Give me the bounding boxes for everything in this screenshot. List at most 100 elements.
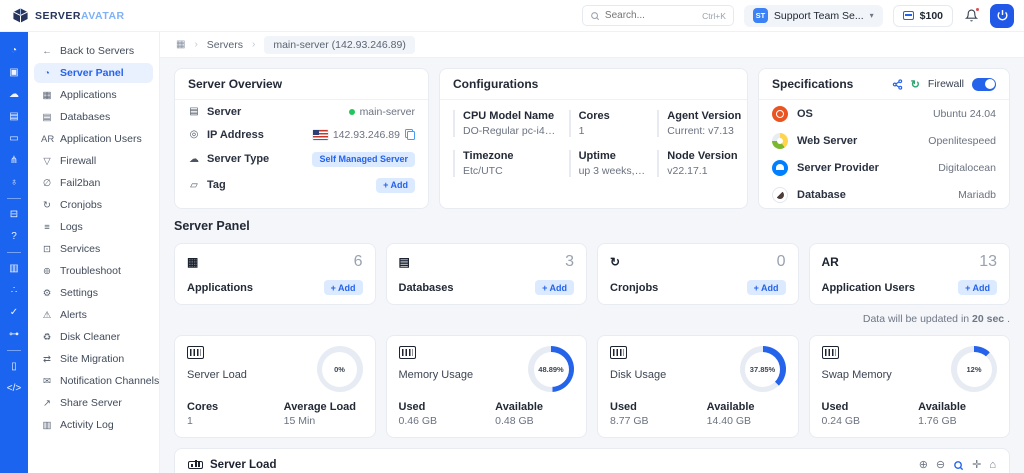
panel-card-label: Application Users: [822, 282, 916, 294]
account-dropdown[interactable]: ST Support Team Se... ▾: [744, 5, 883, 27]
configuration-item: CPU Model Name DO-Regular pc-i440fx-6.1 …: [453, 110, 557, 137]
metric-left-value: 8.77 GB: [610, 415, 701, 427]
sidebar-item-disk-cleaner[interactable]: ♻ Disk Cleaner: [34, 327, 153, 347]
notifications-button[interactable]: [963, 7, 980, 24]
specifications-title: Specifications: [772, 77, 853, 91]
server-load-chart-card: Server Load ⊕ ⊖ ✛ ⌂ 1.00: [174, 448, 1010, 473]
ip-address: 142.93.246.89: [333, 129, 400, 141]
sidebar-item-share-server[interactable]: ↗ Share Server: [34, 393, 153, 413]
copy-icon[interactable]: [405, 129, 415, 140]
rail-code-icon: </>: [7, 382, 21, 395]
sidebar-item-cronjobs[interactable]: ↻ Cronjobs: [34, 195, 153, 215]
configuration-label: Uptime: [579, 150, 646, 162]
rail-divider: [7, 252, 21, 253]
avatar: ST: [753, 8, 768, 23]
share-icon[interactable]: [892, 79, 903, 90]
metric-percent: 12%: [957, 352, 992, 387]
mariadb-logo: [772, 187, 788, 203]
metric-left-value: 1: [187, 415, 278, 427]
configuration-value: up 3 weeks, 2 days, 8 hours, ...: [579, 165, 646, 177]
sidebar-item-fail2ban[interactable]: ∅ Fail2ban: [34, 173, 153, 193]
sidebar-item-databases[interactable]: ▤ Databases: [34, 107, 153, 127]
sidebar-item-logs[interactable]: ≡ Logs: [34, 217, 153, 237]
specifications-card: Specifications ↻ Firewall OS Ubuntu 24.0…: [758, 68, 1010, 209]
sidebar: ← Back to Servers ◔ Server Panel ▦ Appli…: [28, 32, 160, 473]
main-area: ▦ › Servers › main-server (142.93.246.89…: [160, 32, 1024, 473]
sidebar-item-label: Logs: [60, 221, 83, 233]
panel-card-label: Cronjobs: [610, 282, 658, 294]
add-button[interactable]: + Add: [324, 280, 363, 295]
power-button[interactable]: [990, 4, 1014, 28]
search-input[interactable]: [605, 10, 697, 21]
sidebar-item-alerts[interactable]: ⚠ Alerts: [34, 305, 153, 325]
sidebar-item-settings[interactable]: ⚙ Settings: [34, 283, 153, 303]
digitalocean-logo: [772, 160, 788, 176]
rail-help-icon: ?: [11, 230, 17, 243]
panel-card-count: 0: [777, 253, 786, 271]
configurations-title: Configurations: [453, 77, 538, 91]
sidebar-item-services[interactable]: ⊡ Services: [34, 239, 153, 259]
rail-database-icon: ▤: [9, 110, 18, 123]
sidebar-item-icon: ↻: [41, 200, 53, 211]
sidebar-item-troubleshoot[interactable]: ⊚ Troubleshoot: [34, 261, 153, 281]
sidebar-item-notification-channels[interactable]: ✉ Notification Channels: [34, 371, 153, 391]
add-button[interactable]: + Add: [958, 280, 997, 295]
overview-row-ip: ◎IP Address 142.93.246.89: [175, 123, 428, 146]
metric-donut: 0%: [317, 346, 363, 392]
metric-right-label: Available: [495, 401, 574, 413]
configuration-item: Cores 1: [569, 110, 646, 137]
rail-panel-icon: ▣: [9, 66, 18, 79]
sidebar-item-server-panel[interactable]: ◔ Server Panel: [34, 63, 153, 83]
breadcrumb-servers[interactable]: Servers: [207, 39, 243, 51]
update-countdown-note: Data will be updated in 20 sec .: [174, 313, 1010, 325]
tag-icon: ▱: [188, 180, 200, 191]
add-button[interactable]: + Add: [747, 280, 786, 295]
sidebar-item-back-to-servers[interactable]: ← Back to Servers: [34, 41, 153, 61]
metric-label: Server Load: [187, 369, 247, 381]
overview-row-type: ☁Server Type Self Managed Server: [175, 146, 428, 172]
sidebar-item-site-migration[interactable]: ⇄ Site Migration: [34, 349, 153, 369]
chevron-down-icon: ▾: [870, 11, 874, 20]
sidebar-item-label: Back to Servers: [60, 45, 134, 57]
configuration-value: v22.17.1: [667, 165, 734, 177]
firewall-toggle[interactable]: [972, 78, 996, 91]
applications-card: ▦ 6 Applications + Add: [174, 243, 376, 305]
refresh-icon[interactable]: ↻: [911, 78, 920, 91]
configuration-value: DO-Regular pc-i440fx-6.1 C...: [463, 125, 557, 137]
configurations-card: Configurations CPU Model Name DO-Regular…: [439, 68, 748, 209]
app-logo[interactable]: SERVERAVATAR: [8, 7, 158, 24]
server-panel-section-title: Server Panel: [174, 219, 1010, 233]
sidebar-item-label: Applications: [60, 89, 117, 101]
configuration-item: Node Version v22.17.1: [657, 150, 734, 177]
zoom-in-icon[interactable]: ⊕: [919, 460, 928, 471]
panel-card-count: 6: [354, 253, 363, 271]
zoom-out-icon[interactable]: ⊖: [936, 460, 945, 471]
sidebar-item-activity-log[interactable]: ▥ Activity Log: [34, 415, 153, 435]
icon-rail: ◔ ▣ ☁ ▤ ▭ ⋔ ♁: [0, 32, 28, 473]
add-button[interactable]: + Add: [535, 280, 574, 295]
add-tag-button[interactable]: + Add: [376, 178, 415, 193]
metric-right-label: Average Load: [284, 401, 363, 413]
sidebar-item-firewall[interactable]: ▽ Firewall: [34, 151, 153, 171]
sidebar-item-applications[interactable]: ▦ Applications: [34, 85, 153, 105]
metric-left-value: 0.24 GB: [822, 415, 913, 427]
breadcrumb-grid-icon[interactable]: ▦: [176, 39, 185, 50]
selection-zoom-icon[interactable]: [953, 460, 964, 471]
rail-check-icon: ✓: [10, 306, 18, 319]
search-box[interactable]: Ctrl+K: [582, 5, 734, 26]
sidebar-item-application-users[interactable]: AR Application Users: [34, 129, 153, 149]
home-icon[interactable]: ⌂: [989, 460, 996, 471]
spec-row-provider: Server Provider Digitalocean: [759, 154, 1009, 181]
sidebar-item-icon: ⚠: [41, 310, 53, 321]
sidebar-item-icon: ▤: [41, 112, 53, 123]
metric-percent: 48.89%: [534, 352, 569, 387]
sidebar-item-label: Databases: [60, 111, 110, 123]
pan-icon[interactable]: ✛: [972, 460, 981, 471]
credits-button[interactable]: $100: [893, 5, 953, 27]
breadcrumb-current-server[interactable]: main-server (142.93.246.89): [264, 36, 415, 54]
configuration-label: Node Version: [667, 150, 734, 162]
metric-right-label: Available: [918, 401, 997, 413]
sidebar-item-label: Server Panel: [60, 67, 124, 79]
rail-gauge-icon: ◔: [11, 44, 17, 57]
sidebar-item-label: Activity Log: [60, 419, 114, 431]
